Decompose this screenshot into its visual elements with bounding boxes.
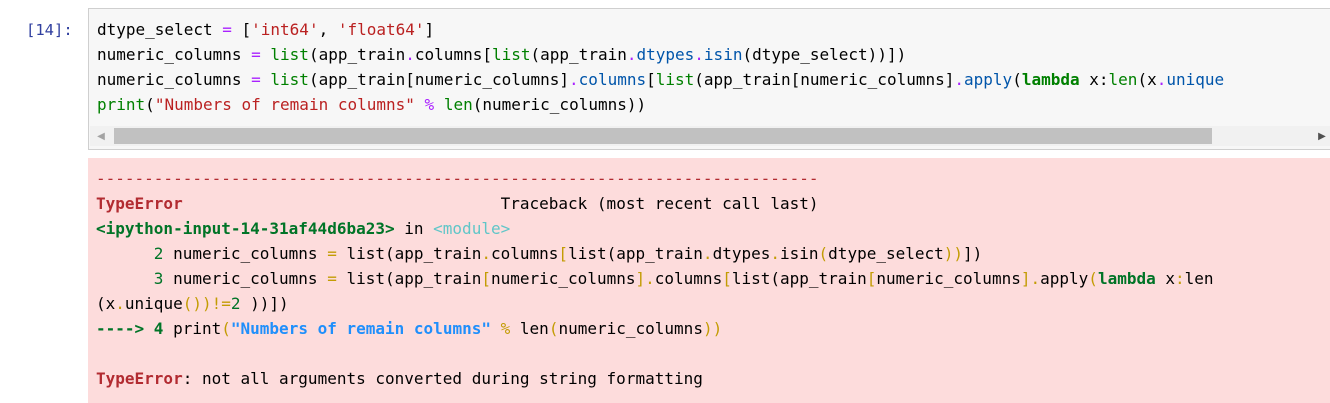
final-error-message: : not all arguments converted during str…	[182, 369, 703, 388]
traceback-arrow-line: ----> 4 print("Numbers of remain columns…	[96, 319, 723, 338]
horizontal-scrollbar[interactable]: ◀ ▶	[90, 126, 1330, 146]
error-output-area: ----------------------------------------…	[88, 158, 1330, 403]
scroll-left-arrow-icon[interactable]: ◀	[92, 126, 110, 146]
cell-prompt: [14]:	[26, 21, 73, 39]
scrollbar-thumb[interactable]	[114, 128, 1212, 144]
traceback-text: ----------------------------------------…	[96, 166, 1214, 391]
code-line-2: numeric_columns = list(app_train.columns…	[97, 45, 907, 64]
input-reference: <ipython-input-14-31af44d6ba23>	[96, 219, 395, 238]
traceback-header: TypeError Traceback (most recent call la…	[96, 194, 819, 213]
traceback-location: <ipython-input-14-31af44d6ba23> in <modu…	[96, 219, 511, 238]
scroll-right-arrow-icon[interactable]: ▶	[1313, 126, 1330, 146]
code-line-4: print("Numbers of remain columns" % len(…	[97, 95, 647, 114]
code-line-3: numeric_columns = list(app_train[numeric…	[97, 70, 1225, 89]
code-editor[interactable]: dtype_select = ['int64', 'float64'] nume…	[97, 17, 1224, 117]
module-reference: <module>	[433, 219, 511, 238]
error-line-arrow: ----> 4	[96, 319, 164, 338]
code-input-area[interactable]: dtype_select = ['int64', 'float64'] nume…	[88, 8, 1330, 150]
traceback-line-2: 2 numeric_columns = list(app_train.colum…	[96, 244, 983, 263]
traceback-line-3: 3 numeric_columns = list(app_train[numer…	[96, 269, 1214, 288]
traceback-line-3-continued: (x.unique())!=2 ))])	[96, 294, 289, 313]
traceback-divider: ----------------------------------------…	[96, 169, 819, 188]
final-error-line: TypeError: not all arguments converted d…	[96, 369, 703, 388]
error-type: TypeError	[96, 194, 183, 213]
final-error-type: TypeError	[96, 369, 183, 388]
code-line-1: dtype_select = ['int64', 'float64']	[97, 20, 435, 39]
